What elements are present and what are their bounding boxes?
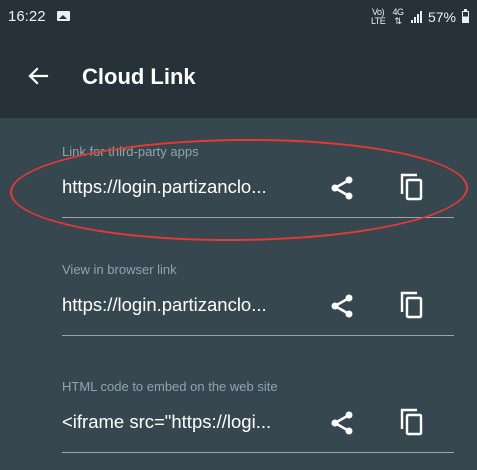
status-indicators: Vo) LTE 4G ⇅ 57% — [371, 8, 469, 26]
share-button[interactable] — [324, 170, 360, 206]
image-icon — [57, 11, 70, 21]
link-row-embed-html: HTML code to embed on the web site <ifra… — [62, 379, 454, 470]
copy-icon — [400, 408, 423, 436]
signal-icon — [410, 11, 422, 23]
link-row-third-party: Link for third-party apps https://login.… — [62, 144, 454, 244]
share-icon — [331, 176, 353, 200]
share-icon — [331, 411, 353, 435]
link-label: Link for third-party apps — [62, 144, 199, 159]
battery-icon — [462, 9, 469, 23]
link-row-browser: View in browser link https://login.parti… — [62, 262, 454, 362]
cloud-link-screen: 16:22 Vo) LTE 4G ⇅ 57% Cloud Link Link for… — [0, 0, 477, 470]
row-divider — [62, 335, 454, 336]
share-button[interactable] — [324, 288, 360, 324]
app-bar: Cloud Link — [0, 34, 477, 118]
volte-icon: Vo) LTE — [370, 7, 386, 26]
row-divider — [62, 217, 454, 218]
row-divider — [62, 452, 454, 453]
arrow-left-icon — [28, 67, 49, 85]
share-button[interactable] — [324, 405, 360, 441]
copy-button[interactable] — [394, 286, 430, 324]
link-value[interactable]: <iframe src="https://logi... — [62, 411, 271, 433]
link-label: HTML code to embed on the web site — [62, 379, 278, 394]
copy-icon — [400, 291, 423, 319]
4g-lte-icon: 4G ⇅ — [392, 7, 404, 26]
copy-icon — [400, 173, 423, 201]
status-bar: 16:22 Vo) LTE 4G ⇅ 57% — [0, 0, 477, 34]
back-button[interactable] — [20, 58, 56, 94]
copy-button[interactable] — [394, 168, 430, 206]
share-icon — [331, 294, 353, 318]
link-value[interactable]: https://login.partizanclo... — [62, 176, 267, 198]
status-time: 16:22 — [8, 8, 46, 25]
battery-percent: 57% — [427, 9, 456, 25]
link-label: View in browser link — [62, 262, 177, 277]
link-value[interactable]: https://login.partizanclo... — [62, 294, 267, 316]
copy-button[interactable] — [394, 403, 430, 441]
page-title: Cloud Link — [82, 64, 196, 89]
